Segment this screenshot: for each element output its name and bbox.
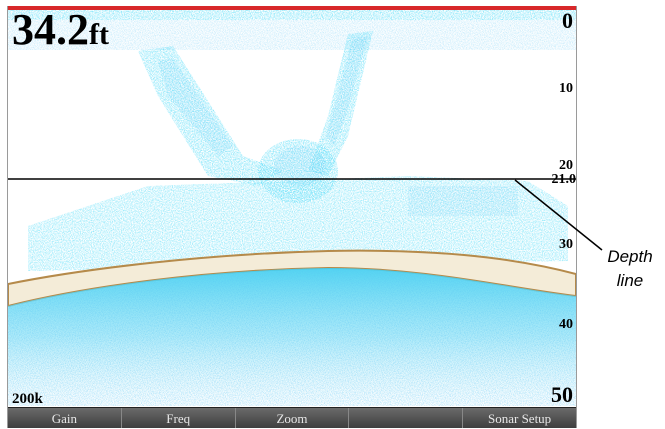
scale-label-30: 30 — [559, 237, 573, 252]
softkey-blank[interactable] — [349, 408, 464, 428]
softkey-freq[interactable]: Freq — [121, 408, 236, 428]
depth-line-callout: Depth line — [596, 245, 664, 293]
softkey-zoom[interactable]: Zoom — [235, 408, 350, 428]
scale-label-20: 20 — [559, 158, 573, 173]
softkey-bar: Gain Freq Zoom Sonar Setup — [8, 407, 576, 428]
sonar-screen: 34.2ft 0 10 20 30 40 50 21.0 200k Gain F… — [7, 6, 577, 428]
frequency-label: 200k — [12, 391, 43, 407]
callout-line-2: line — [616, 270, 644, 290]
softkey-gain[interactable]: Gain — [8, 408, 122, 428]
scale-label-0: 0 — [562, 8, 573, 33]
depth-value: 34.2 — [12, 6, 89, 54]
callout-line-1: Depth — [607, 247, 653, 266]
scale-label-50: 50 — [551, 382, 573, 407]
sonar-echo-display — [8, 6, 576, 406]
scale-label-40: 40 — [559, 317, 573, 332]
scale-label-10: 10 — [559, 81, 573, 96]
softkey-sonar-setup[interactable]: Sonar Setup — [463, 408, 576, 428]
midwater-right-school — [408, 186, 518, 216]
current-depth-readout: 34.2ft — [12, 8, 109, 52]
depth-unit: ft — [89, 18, 109, 51]
depth-line-value: 21.0 — [551, 172, 577, 187]
